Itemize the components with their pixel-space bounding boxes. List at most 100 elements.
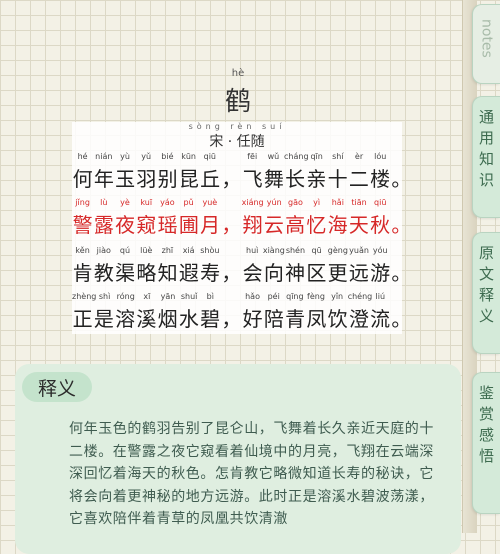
- pinyin-syllable: [391, 246, 412, 256]
- author-block: sòng rèn suí 宋 · 任随: [72, 122, 402, 151]
- tab-notes-label: notes: [478, 19, 495, 58]
- tab-original-text[interactable]: 原文释义: [472, 232, 500, 354]
- pinyin-syllable: qū: [311, 246, 322, 255]
- poem-character: 十: [327, 167, 348, 191]
- poem-character: 略: [136, 261, 157, 285]
- pinyin-syllable: yǔ: [141, 152, 152, 161]
- poem-character: 楼: [370, 167, 391, 191]
- poem-character: 教: [93, 261, 114, 285]
- pinyin-syllable: qīng: [286, 292, 304, 301]
- poem-character: 飞: [242, 167, 263, 191]
- pinyin-syllable: yù: [120, 152, 130, 161]
- poem-character: 丘: [200, 167, 221, 191]
- tab-general-knowledge-label: 通用知识: [477, 109, 495, 193]
- pinyin-syllable: yè: [120, 198, 130, 207]
- poem-character: 寿: [200, 261, 221, 285]
- poem-character: 肯: [72, 261, 93, 285]
- poem-character: 更: [327, 261, 348, 285]
- poem-character: 神: [285, 261, 306, 285]
- pinyin-syllable: zhī: [161, 246, 174, 255]
- pinyin-syllable: [220, 152, 241, 162]
- pinyin-syllable: kuī: [140, 198, 153, 207]
- poem-character: 。: [391, 261, 412, 285]
- pinyin-syllable: péi: [267, 292, 280, 301]
- poem-character: 秋: [370, 213, 391, 237]
- poem-character: 青: [285, 307, 306, 331]
- poem-line-1: hé nián yù yǔ bié kūn qiū fēi wǔ cháng qīn shí èr lóu…: [72, 152, 412, 192]
- explanation-heading: 释义: [22, 372, 92, 402]
- poem-author: 宋 · 任随: [209, 134, 265, 150]
- poem-character: 海: [327, 213, 348, 237]
- poem-character: 水: [178, 307, 199, 331]
- pinyin-syllable: shuǐ: [180, 292, 198, 301]
- poem-character: 区: [306, 261, 327, 285]
- poem-line-3: kěn jiào qú lüè zhī xiá shòu huì xiàng shén qū gèng…: [72, 246, 412, 286]
- poem-character: 云: [263, 213, 284, 237]
- poem-character: 昆: [178, 167, 199, 191]
- pinyin-syllable: jǐng: [75, 198, 90, 207]
- pinyin-syllable: nián: [95, 152, 113, 161]
- poem-character: 碧: [200, 307, 221, 331]
- tab-appreciation[interactable]: 鉴赏感悟: [472, 372, 500, 514]
- poem-character: 夜: [115, 213, 136, 237]
- poem-character: 忆: [306, 213, 327, 237]
- poem-character: 烟: [157, 307, 178, 331]
- pinyin-syllable: zhèng: [72, 292, 97, 301]
- pinyin-syllable: [391, 152, 412, 162]
- pinyin-syllable: qīn: [310, 152, 323, 161]
- tab-notes[interactable]: notes: [472, 4, 500, 84]
- pinyin-syllable: yuè: [202, 198, 218, 207]
- poem-character: 流: [370, 307, 391, 331]
- pinyin-syllable: èr: [354, 152, 364, 161]
- poem-character: 别: [157, 167, 178, 191]
- poem-character: 是: [93, 307, 114, 331]
- poem-character: 何: [72, 167, 93, 191]
- poem-character: 露: [93, 213, 114, 237]
- pinyin-syllable: [391, 198, 412, 208]
- side-tabs: notes 通用知识 原文释义 鉴赏感悟: [472, 0, 500, 533]
- pinyin-syllable: lüè: [140, 246, 153, 255]
- pinyin-syllable: yáo: [160, 198, 175, 207]
- poem-character: 月: [200, 213, 221, 237]
- poem-character: ，: [221, 261, 242, 285]
- pinyin-syllable: xī: [143, 292, 151, 301]
- pinyin-syllable: shí: [332, 152, 344, 161]
- pinyin-syllable: [220, 246, 241, 256]
- poem-character: ，: [221, 307, 242, 331]
- poem-line-2: jǐng lù yè kuī yáo pǔ yuè xiáng yún gāo yì hǎi tiān q…: [72, 198, 412, 238]
- pinyin-syllable: tiān: [351, 198, 367, 207]
- pinyin-syllable: shòu: [200, 246, 220, 255]
- pinyin-syllable: [221, 292, 242, 302]
- pinyin-syllable: róng: [116, 292, 135, 301]
- poem-character: 翔: [242, 213, 263, 237]
- pinyin-syllable: [391, 292, 412, 302]
- poem-character: 正: [72, 307, 93, 331]
- poem-character: 圃: [178, 213, 199, 237]
- poem-line-4: zhèng shì róng xī yān shuǐ bì hǎo péi qīng fèng yǐn…: [72, 292, 412, 332]
- pinyin-syllable: gāo: [287, 198, 303, 207]
- pinyin-syllable: fèng: [307, 292, 325, 301]
- pinyin-syllable: hǎo: [245, 292, 260, 301]
- pinyin-syllable: pǔ: [183, 198, 194, 207]
- pinyin-syllable: yān: [160, 292, 176, 301]
- poem-character: 溶: [115, 307, 136, 331]
- poem-character: 天: [348, 213, 369, 237]
- author-pinyin: sòng rèn suí: [188, 122, 286, 131]
- pinyin-syllable: xiàng: [262, 246, 285, 255]
- poem-character: 年: [93, 167, 114, 191]
- tab-general-knowledge[interactable]: 通用知识: [472, 96, 500, 218]
- pinyin-syllable: kūn: [181, 152, 196, 161]
- poem-character: 陪: [263, 307, 284, 331]
- explanation-card: 释义 何年玉色的鹤羽告别了昆仑山，飞舞着长久亲近天庭的十二楼。在警露之夜它窥看着…: [15, 364, 461, 554]
- pinyin-syllable: qiū: [374, 198, 387, 207]
- pinyin-syllable: bié: [161, 152, 174, 161]
- poem-character: 知: [157, 261, 178, 285]
- pinyin-syllable: hé: [77, 152, 88, 161]
- poem-character: 游: [370, 261, 391, 285]
- poem-character: 警: [72, 213, 93, 237]
- poem-character: 渠: [115, 261, 136, 285]
- pinyin-syllable: shì: [98, 292, 111, 301]
- poem-character: 。: [391, 307, 412, 331]
- poem-character: 二: [348, 167, 369, 191]
- poem-character: 向: [263, 261, 284, 285]
